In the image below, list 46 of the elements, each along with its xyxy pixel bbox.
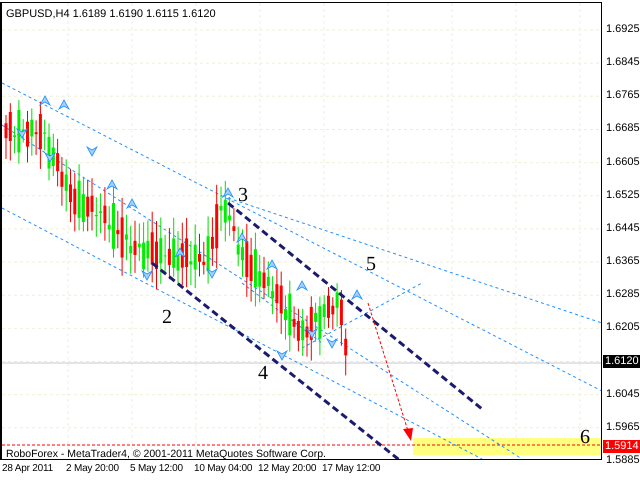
fractal-marker-icon (140, 270, 154, 281)
price-axis-label: 1.6845 (606, 56, 640, 68)
fractal-marker-icon (86, 146, 98, 157)
price-axis-label: 1.6445 (606, 222, 640, 234)
fractal-marker-icon (106, 179, 118, 190)
fractal-marker-icon (296, 280, 308, 292)
price-axis-label: 1.6205 (606, 321, 640, 334)
fractal-marker-icon (126, 198, 138, 210)
wave-label: 2 (162, 306, 172, 328)
price-axis-label: 1.5885 (606, 454, 640, 466)
wave-label: 5 (366, 253, 376, 275)
fractal-marker-icon (44, 152, 56, 163)
wave-label: 3 (238, 184, 248, 206)
time-axis-label: 5 May 12:00 (130, 463, 183, 474)
symbol-quote: GBPUSD,H4 1.6189 1.6190 1.6115 1.6120 (6, 8, 216, 20)
current-price-badge: 1.6120 (603, 355, 640, 368)
time-axis-label: 10 May 04:00 (194, 463, 252, 474)
fractal-marker-icon (38, 95, 52, 106)
copyright-text: RoboForex - MetaTrader4, © 2001-2011 MetaQuotes Software Corp. (6, 448, 326, 459)
price-axis-label: 1.6605 (606, 156, 640, 168)
fractal-marker-icon (236, 232, 248, 244)
fractal-marker-icon (306, 328, 318, 339)
time-axis-label: 2 May 20:00 (66, 463, 119, 474)
price-axis-label: 1.6925 (606, 23, 640, 35)
price-axis-label: 1.6365 (606, 255, 640, 268)
price-axis-label: 1.6765 (606, 89, 640, 102)
price-axis-label: 1.6685 (606, 122, 640, 134)
fractal-marker-icon (276, 350, 288, 361)
price-axis-label: 1.6285 (606, 288, 640, 300)
time-axis-label: 17 May 12:00 (322, 463, 380, 474)
fractal-marker-icon (222, 187, 234, 198)
fractal-marker-icon (16, 128, 28, 139)
wave-label: 4 (258, 362, 268, 384)
fractal-marker-icon (58, 99, 70, 110)
time-axis-label: 12 May 20:00 (258, 463, 316, 474)
wave-label: 6 (580, 426, 590, 448)
price-axis-label: 1.6525 (606, 188, 640, 201)
target-price-badge: 1.5914 (603, 440, 640, 453)
time-axis-label: 28 Apr 2011 (2, 463, 53, 474)
fractal-marker-icon (266, 259, 278, 270)
fractal-marker-icon (206, 268, 218, 279)
price-axis-label: 1.5965 (606, 420, 640, 433)
fractal-marker-icon (174, 247, 186, 258)
fractal-marker-icon (350, 289, 364, 300)
price-axis-label: 1.6045 (606, 388, 640, 400)
fractal-marker-icon (326, 338, 338, 349)
